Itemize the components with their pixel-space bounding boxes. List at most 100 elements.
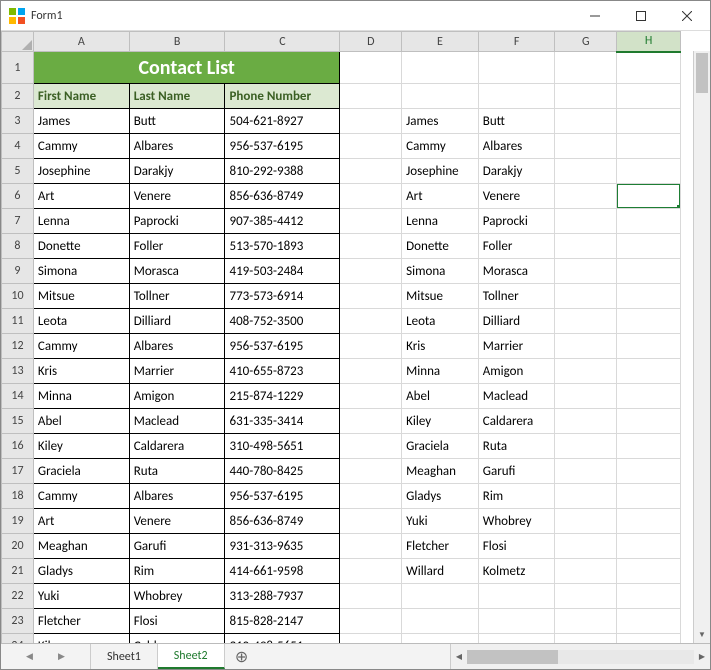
cell-C22[interactable]: 313-288-7937 — [225, 584, 340, 609]
cell-C23[interactable]: 815-828-2147 — [225, 609, 340, 634]
cell-E13[interactable]: Minna — [402, 359, 479, 384]
cell-D19[interactable] — [340, 509, 402, 534]
cell-A8[interactable]: Donette — [33, 234, 129, 259]
row-header-12[interactable]: 12 — [2, 334, 34, 359]
cell-E4[interactable]: Cammy — [402, 134, 479, 159]
cell-H1[interactable] — [617, 52, 681, 84]
cell-E21[interactable]: Willard — [402, 559, 479, 584]
cell-F4[interactable]: Albares — [478, 134, 555, 159]
cell-E22[interactable] — [402, 584, 479, 609]
cell-B22[interactable]: Whobrey — [129, 584, 225, 609]
cell-A3[interactable]: James — [33, 109, 129, 134]
cell-F2[interactable] — [478, 84, 555, 109]
cell-E3[interactable]: James — [402, 109, 479, 134]
cell-E8[interactable]: Donette — [402, 234, 479, 259]
row-header-6[interactable]: 6 — [2, 184, 34, 209]
cell-F14[interactable]: Maclead — [478, 384, 555, 409]
cell-G2[interactable] — [555, 84, 617, 109]
col-header-E[interactable]: E — [402, 32, 479, 52]
col-header-G[interactable]: G — [555, 32, 617, 52]
cell-F16[interactable]: Ruta — [478, 434, 555, 459]
cell-F17[interactable]: Garufi — [478, 459, 555, 484]
cell-E19[interactable]: Yuki — [402, 509, 479, 534]
cell-C18[interactable]: 956-537-6195 — [225, 484, 340, 509]
cell-B3[interactable]: Butt — [129, 109, 225, 134]
cell-C3[interactable]: 504-621-8927 — [225, 109, 340, 134]
cell-D13[interactable] — [340, 359, 402, 384]
cell-G21[interactable] — [555, 559, 617, 584]
cell-G24[interactable] — [555, 634, 617, 644]
cell-E20[interactable]: Fletcher — [402, 534, 479, 559]
col-header-C[interactable]: C — [225, 32, 340, 52]
vertical-scrollbar[interactable]: ▼ — [693, 51, 710, 643]
cell-C20[interactable]: 931-313-9635 — [225, 534, 340, 559]
cell-D2[interactable] — [340, 84, 402, 109]
cell-A6[interactable]: Art — [33, 184, 129, 209]
cell-A18[interactable]: Cammy — [33, 484, 129, 509]
row-header-19[interactable]: 19 — [2, 509, 34, 534]
cell-F1[interactable] — [478, 52, 555, 84]
cell-B15[interactable]: Maclead — [129, 409, 225, 434]
cell-C24[interactable]: 310-498-5651 — [225, 634, 340, 644]
cell-F13[interactable]: Amigon — [478, 359, 555, 384]
cell-H11[interactable] — [617, 309, 681, 334]
cell-G6[interactable] — [555, 184, 617, 209]
cell-D9[interactable] — [340, 259, 402, 284]
cell-B7[interactable]: Paprocki — [129, 209, 225, 234]
row-header-5[interactable]: 5 — [2, 159, 34, 184]
cell-E17[interactable]: Meaghan — [402, 459, 479, 484]
cell-F9[interactable]: Morasca — [478, 259, 555, 284]
cell-H14[interactable] — [617, 384, 681, 409]
cell-G9[interactable] — [555, 259, 617, 284]
cell-F24[interactable] — [478, 634, 555, 644]
cell-G16[interactable] — [555, 434, 617, 459]
close-button[interactable] — [664, 1, 710, 31]
sheet-nav-buttons[interactable]: ◀ ▶ — [1, 644, 91, 669]
sheet-tab-sheet2[interactable]: Sheet2 — [158, 644, 225, 669]
cell-E5[interactable]: Josephine — [402, 159, 479, 184]
cell-B9[interactable]: Morasca — [129, 259, 225, 284]
cell-E23[interactable] — [402, 609, 479, 634]
cell-G8[interactable] — [555, 234, 617, 259]
cell-F6[interactable]: Venere — [478, 184, 555, 209]
cell-F15[interactable]: Caldarera — [478, 409, 555, 434]
cell-A9[interactable]: Simona — [33, 259, 129, 284]
cell-H2[interactable] — [617, 84, 681, 109]
cell-E10[interactable]: Mitsue — [402, 284, 479, 309]
cell-A23[interactable]: Fletcher — [33, 609, 129, 634]
row-header-15[interactable]: 15 — [2, 409, 34, 434]
cell-D6[interactable] — [340, 184, 402, 209]
scroll-left-arrow[interactable]: ◀ — [451, 652, 467, 662]
cell-G18[interactable] — [555, 484, 617, 509]
cell-H17[interactable] — [617, 459, 681, 484]
cell-C12[interactable]: 956-537-6195 — [225, 334, 340, 359]
cell-F5[interactable]: Darakjy — [478, 159, 555, 184]
cell-E7[interactable]: Lenna — [402, 209, 479, 234]
cell-D16[interactable] — [340, 434, 402, 459]
cell-D3[interactable] — [340, 109, 402, 134]
cell-F7[interactable]: Paprocki — [478, 209, 555, 234]
cell-H6[interactable] — [617, 184, 681, 209]
cell-F18[interactable]: Rim — [478, 484, 555, 509]
cell-C13[interactable]: 410-655-8723 — [225, 359, 340, 384]
cell-G12[interactable] — [555, 334, 617, 359]
cell-G7[interactable] — [555, 209, 617, 234]
cell-C7[interactable]: 907-385-4412 — [225, 209, 340, 234]
cell-E14[interactable]: Abel — [402, 384, 479, 409]
cell-F10[interactable]: Tollner — [478, 284, 555, 309]
cell-D15[interactable] — [340, 409, 402, 434]
cell-A21[interactable]: Gladys — [33, 559, 129, 584]
cell-H18[interactable] — [617, 484, 681, 509]
cell-H4[interactable] — [617, 134, 681, 159]
cell-A10[interactable]: Mitsue — [33, 284, 129, 309]
col-header-F[interactable]: F — [478, 32, 555, 52]
cell-E24[interactable] — [402, 634, 479, 644]
cell-F22[interactable] — [478, 584, 555, 609]
cell-B21[interactable]: Rim — [129, 559, 225, 584]
cell-G11[interactable] — [555, 309, 617, 334]
cell-D24[interactable] — [340, 634, 402, 644]
col-header-A[interactable]: A — [33, 32, 129, 52]
col-header-H[interactable]: H — [617, 32, 681, 52]
add-sheet-button[interactable]: ⊕ — [225, 644, 259, 669]
cell-D23[interactable] — [340, 609, 402, 634]
